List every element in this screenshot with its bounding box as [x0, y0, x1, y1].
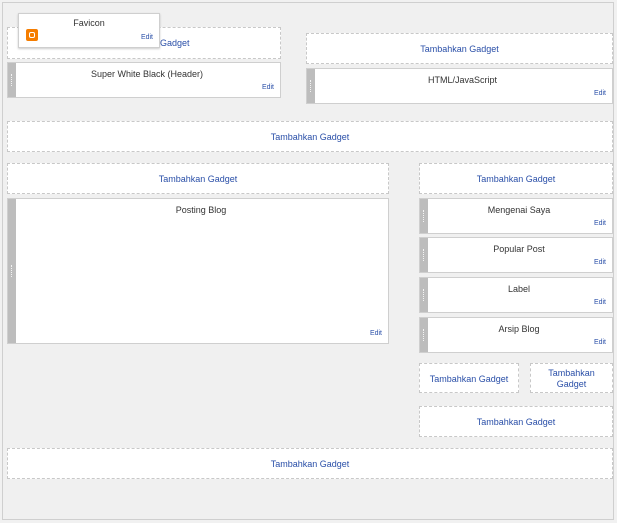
add-gadget-main[interactable]: Tambahkan Gadget [7, 163, 389, 194]
add-gadget-label: Tambahkan Gadget [476, 417, 556, 427]
add-gadget-label: Gadget [160, 38, 190, 48]
add-gadget-label: Tambahkan Gadget [476, 174, 556, 184]
widget-title: Posting Blog [175, 205, 227, 215]
add-gadget-sidebar-top[interactable]: Tambahkan Gadget [419, 163, 613, 194]
add-gadget-label-line2: Gadget [556, 379, 587, 389]
add-gadget-label: Tambahkan Gadget [270, 459, 350, 469]
widget-title: Mengenai Saya [487, 205, 551, 215]
add-gadget-label: Tambahkan Gadget [270, 132, 350, 142]
edit-link[interactable]: Edit [141, 34, 153, 41]
drag-handle[interactable] [420, 278, 428, 312]
widget-favicon[interactable]: Favicon Edit [18, 13, 160, 48]
drag-handle[interactable] [307, 69, 315, 103]
add-gadget-sidebar-left[interactable]: Tambahkan Gadget [419, 363, 519, 393]
add-gadget-label: Tambahkan Gadget [420, 44, 499, 54]
add-gadget-label: Tambahkan Gadget [158, 174, 238, 184]
widget-label[interactable]: Label Edit [419, 277, 613, 313]
widget-title: Arsip Blog [498, 324, 540, 334]
drag-handle[interactable] [8, 63, 16, 97]
widget-popular-post[interactable]: Popular Post Edit [419, 237, 613, 273]
widget-title: Favicon [73, 18, 105, 28]
add-gadget-label: Tambahkan Gadget [429, 374, 509, 384]
widget-arsip-blog[interactable]: Arsip Blog Edit [419, 317, 613, 353]
widget-header[interactable]: Super White Black (Header) Edit [7, 62, 281, 98]
widget-title: Super White Black (Header) [90, 69, 204, 79]
widget-title: HTML/JavaScript [427, 75, 498, 85]
add-gadget-sidebar-bottom[interactable]: Tambahkan Gadget [419, 406, 613, 437]
add-gadget-top-right[interactable]: Tambahkan Gadget [306, 33, 613, 64]
edit-link[interactable]: Edit [370, 330, 382, 337]
edit-link[interactable]: Edit [262, 84, 274, 91]
drag-handle[interactable] [8, 199, 16, 343]
edit-link[interactable]: Edit [594, 90, 606, 97]
add-gadget-sidebar-right[interactable]: Tambahkan Gadget [530, 363, 613, 393]
edit-link[interactable]: Edit [594, 339, 606, 346]
add-gadget-footer[interactable]: Tambahkan Gadget [7, 448, 613, 479]
add-gadget-full-width[interactable]: Tambahkan Gadget [7, 121, 613, 152]
widget-html-javascript[interactable]: HTML/JavaScript Edit [306, 68, 613, 104]
layout-canvas: Gadget Super White Black (Header) Edit T… [2, 2, 614, 520]
widget-title: Label [507, 284, 531, 294]
widget-posting-blog[interactable]: Posting Blog Edit [7, 198, 389, 344]
edit-link[interactable]: Edit [594, 299, 606, 306]
widget-title: Popular Post [493, 244, 545, 254]
blogger-icon [26, 29, 38, 41]
drag-handle[interactable] [420, 199, 428, 233]
edit-link[interactable]: Edit [594, 259, 606, 266]
add-gadget-label-line1: Tambahkan [548, 368, 595, 378]
drag-handle[interactable] [420, 238, 428, 272]
edit-link[interactable]: Edit [594, 220, 606, 227]
drag-handle[interactable] [420, 318, 428, 352]
widget-mengenai-saya[interactable]: Mengenai Saya Edit [419, 198, 613, 234]
